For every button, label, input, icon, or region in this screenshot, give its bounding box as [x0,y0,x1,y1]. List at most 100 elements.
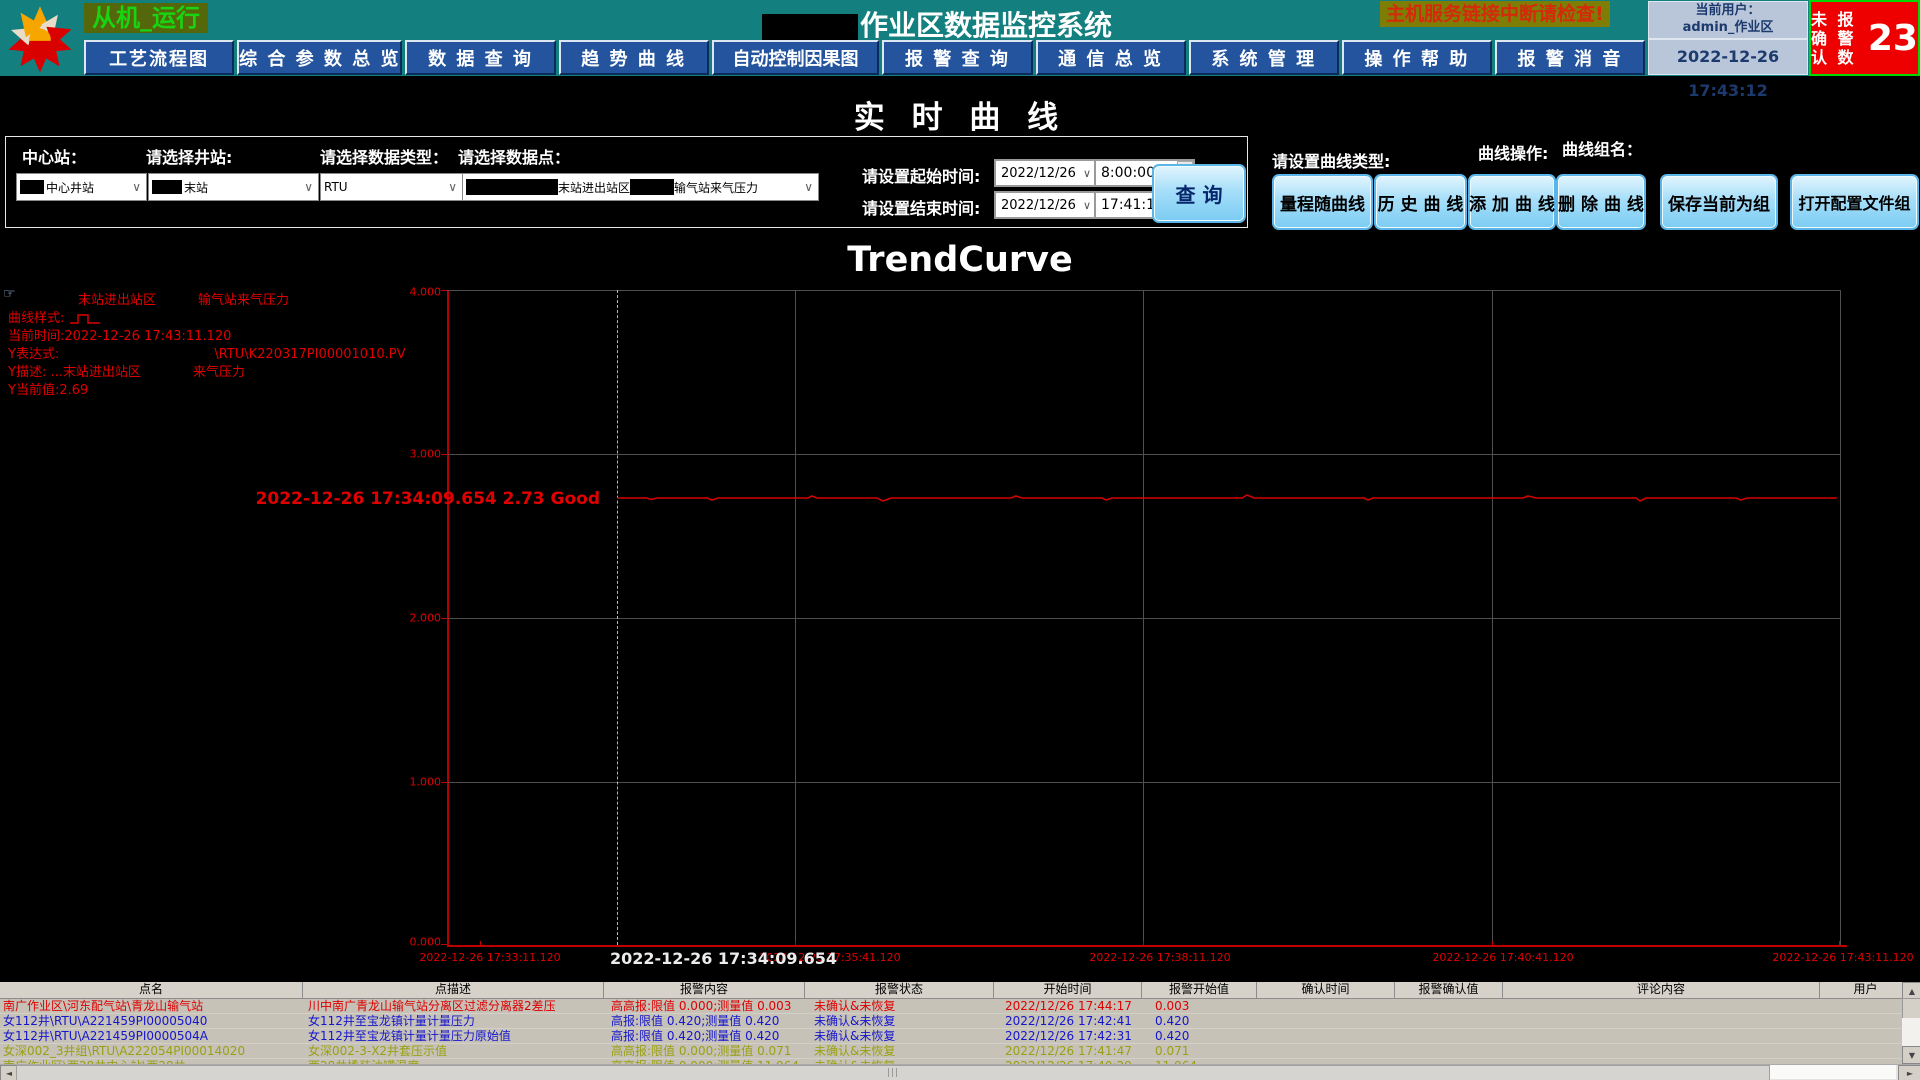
menu-process-flow[interactable]: 工艺流程图 [84,40,234,75]
series-line [617,495,1837,501]
table-hscroll-gap[interactable] [1770,1065,1896,1079]
cell-start-value: 0.420 [1152,1014,1269,1028]
col-point-desc[interactable]: 点描述 [303,982,604,998]
cell-point-desc: 女112井至宝龙镇计量计量压力原始值 [305,1029,608,1043]
x-tick-label: 2022-12-26 17:33:11.120 [419,951,560,964]
open-config-group-button[interactable]: 打开配置文件组 [1790,174,1919,230]
cell-ack-value [1409,1014,1519,1028]
redaction-block [630,179,674,195]
chevron-down-icon: ∨ [799,180,818,194]
alarm-row[interactable]: 女112井\RTU\A221459PI00005040 女112井至宝龙镇计量计… [0,1014,1920,1029]
alarm-row[interactable]: 南广作业区\河东配气站\青龙山输气站 川中南广青龙山输气站分离区过滤分离器2差压… [0,999,1920,1014]
col-alarm-start-value[interactable]: 报警开始值 [1142,982,1257,998]
redaction-block [762,14,858,41]
datapoint-label: 请选择数据点： [458,144,570,168]
line-style-icon [69,313,103,325]
col-point-name[interactable]: 点名 [0,982,303,998]
trend-curve-plot[interactable] [447,290,1840,945]
range-follow-curve-button[interactable]: 量程随曲线 [1272,174,1373,230]
cell-alarm-state: 未确认&未恢复 [811,1029,1002,1043]
cell-point-desc: 女112井至宝龙镇计量计量压力 [305,1014,608,1028]
cursor-time-label: 2022-12-26 17:34:09.654 [610,949,837,968]
table-scroll-right-button[interactable]: ► [1898,1065,1920,1080]
curve-type-label: 请设置曲线类型: [1272,148,1390,172]
table-vscroll-track[interactable] [1902,1018,1920,1046]
cell-ack-time [1269,999,1409,1013]
cell-alarm-state: 未确认&未恢复 [811,1044,1002,1058]
menu-data-query[interactable]: 数 据 查 询 [405,40,555,75]
status-badge: 从机_运行 [84,3,208,33]
col-alarm-ack-value[interactable]: 报警确认值 [1395,982,1503,998]
cursor-value-label: 2022-12-26 17:34:09.654 2.73 Good [256,489,600,509]
alarm-table: 点名 点描述 报警内容 报警状态 开始时间 报警开始值 确认时间 报警确认值 评… [0,982,1920,1064]
datapoint-select[interactable]: 末站进出站区 输气站来气压力 ∨ [462,173,819,201]
app-window: 从机_运行 作业区数据监控系统 主机服务链接中断请检查! 当前用户： admin… [0,0,1920,1080]
y-tick-label: 2.000 [410,612,442,625]
col-alarm-state[interactable]: 报警状态 [805,982,994,998]
end-time-label: 请设置结束时间: [862,195,980,219]
alarm-counter-label-col1: 未确认 [1811,10,1835,67]
cell-start-time: 2022/12/26 17:42:31 [1002,1029,1152,1043]
delete-curve-button[interactable]: 删 除 曲 线 [1556,174,1646,230]
plot-right-border [1840,290,1841,945]
cell-ack-value [1409,1044,1519,1058]
menu-auto-control-diagram[interactable]: 自动控制因果图 [712,40,880,75]
add-curve-button[interactable]: 添 加 曲 线 [1468,174,1556,230]
center-station-select[interactable]: 中心井站 ∨ [16,173,147,201]
col-user[interactable]: 用户 [1820,982,1911,998]
col-comment[interactable]: 评论内容 [1503,982,1820,998]
save-group-button[interactable]: 保存当前为组 [1660,174,1778,230]
query-button[interactable]: 查 询 [1152,164,1246,223]
alarm-row[interactable]: 女深002_3井组\RTU\A222054PI00014020 女深002-3-… [0,1044,1920,1059]
cell-comment [1519,1014,1838,1028]
legend-current-time: 当前时间:2022-12-26 17:43:11.120 [8,325,231,344]
cell-alarm-content: 高报:限值 0.420;测量值 0.420 [608,1014,811,1028]
x-tick-label: 2022-12-26 17:38:11.120 [1089,951,1230,964]
alarm-counter-label-col2: 报警数 [1837,10,1861,67]
redaction-block [20,180,44,194]
warning-banner: 主机服务链接中断请检查! [1380,1,1610,27]
cell-start-time: 2022/12/26 17:41:47 [1002,1044,1152,1058]
unacknowledged-alarm-counter[interactable]: 未确认 报警数 23 [1809,0,1920,76]
col-ack-time[interactable]: 确认时间 [1257,982,1395,998]
col-alarm-content[interactable]: 报警内容 [604,982,805,998]
menu-trend-curve[interactable]: 趋 势 曲 线 [559,40,709,75]
chart-title: TrendCurve [0,240,1920,280]
cell-alarm-state: 未确认&未恢复 [811,1014,1002,1028]
menu-parameter-overview[interactable]: 综 合 参 数 总 览 [237,40,402,75]
end-date-select[interactable]: 2022/12/26 ∨ [994,191,1097,219]
cell-point-desc: 女深002-3-X2井套压示值 [305,1044,608,1058]
company-logo-icon [4,2,76,74]
page-title: 作业区数据监控系统 [762,4,1112,44]
history-curve-button[interactable]: 历 史 曲 线 [1374,174,1467,230]
table-hscroll-thumb[interactable]: ||| [16,1065,1770,1080]
y-tick-label: 1.000 [410,776,442,789]
start-date-select[interactable]: 2022/12/26 ∨ [994,159,1097,187]
curve-group-label: 曲线组名： [1562,136,1642,160]
cell-point-name: 女112井\RTU\A221459PI0000504A [0,1029,305,1043]
legend-style-row: 曲线样式: [8,307,103,326]
table-vscroll-thumb[interactable] [1902,998,1920,1020]
legend-y-expression: Y表达式:\RTU\K220317PI00001010.PV [8,343,406,362]
cell-point-desc: 川中南广青龙山输气站分离区过滤分离器2差压 [305,999,608,1013]
menu-operation-help[interactable]: 操 作 帮 助 [1342,40,1492,75]
menu-alarm-query[interactable]: 报 警 查 询 [882,40,1032,75]
datatype-select[interactable]: RTU ∨ [320,173,463,201]
menu-comm-overview[interactable]: 通 信 总 览 [1036,40,1186,75]
alarm-count: 23 [1868,18,1918,59]
col-start-time[interactable]: 开始时间 [994,982,1142,998]
cell-alarm-content: 高报:限值 0.420;测量值 0.420 [608,1029,811,1043]
redaction-block [466,179,558,195]
x-axis-line [447,945,1847,947]
table-scroll-down-button[interactable]: ▼ [1902,1046,1920,1064]
well-station-select[interactable]: 末站 ∨ [148,173,319,201]
legend-y-current-value: Y当前值:2.69 [8,379,88,398]
alarm-row[interactable]: 女112井\RTU\A221459PI0000504A 女112井至宝龙镇计量计… [0,1029,1920,1044]
menu-system-management[interactable]: 系 统 管 理 [1189,40,1339,75]
datetime-display: 2022-12-26 17:43:12 [1648,39,1808,75]
cell-start-time: 2022/12/26 17:44:17 [1002,999,1152,1013]
menu-alarm-mute[interactable]: 报 警 消 音 [1495,40,1645,75]
start-time-label: 请设置起始时间: [862,163,980,187]
cell-alarm-content: 高高报:限值 0.000;测量值 0.003 [608,999,811,1013]
redaction-block [152,180,182,194]
